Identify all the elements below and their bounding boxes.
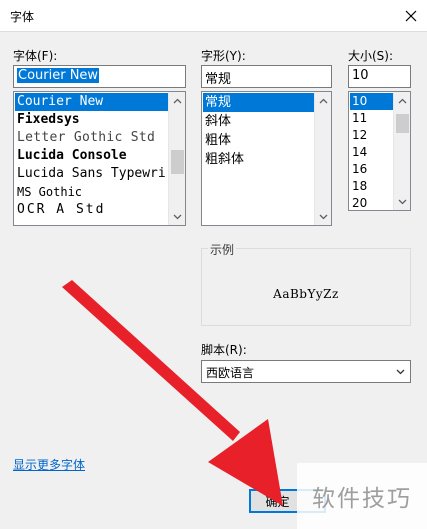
size-list-item[interactable]: 11: [350, 110, 393, 127]
font-list-item[interactable]: Letter Gothic Std: [15, 129, 168, 147]
sample-preview-text: AaBbYyZz: [273, 287, 339, 301]
style-scroll-down-button[interactable]: [315, 208, 331, 225]
chevron-up-icon: [398, 98, 406, 103]
style-list-items: 常规 斜体 粗体 粗斜体: [203, 93, 314, 224]
size-scroll-thumb[interactable]: [396, 114, 409, 133]
size-list-item[interactable]: 14: [350, 144, 393, 161]
title-bar: 字体: [0, 0, 427, 31]
sample-group: 示例 AaBbYyZz: [201, 241, 411, 326]
font-list-item[interactable]: OCR A Std: [15, 201, 168, 219]
size-list-item[interactable]: 18: [350, 178, 393, 195]
script-dropdown[interactable]: 西欧语言: [201, 360, 411, 383]
font-list-scrollbar[interactable]: [168, 92, 185, 225]
size-list-item[interactable]: 12: [350, 127, 393, 144]
font-style-input[interactable]: 常规: [201, 65, 332, 88]
size-label: 大小(S):: [348, 49, 394, 63]
close-icon: [405, 10, 417, 21]
chevron-up-icon: [173, 98, 181, 103]
font-list-items: Courier New Fixedsys Letter Gothic Std Luci…: [15, 93, 168, 224]
size-list-item[interactable]: 16: [350, 161, 393, 178]
show-more-fonts-link[interactable]: 显示更多字体: [13, 456, 85, 473]
font-scroll-down-button[interactable]: [169, 208, 185, 225]
font-list-item[interactable]: MS Gothic: [15, 183, 168, 201]
close-button[interactable]: [396, 2, 426, 29]
script-dropdown-value: 西欧语言: [206, 366, 255, 380]
chevron-down-icon: [396, 369, 405, 375]
font-list-item[interactable]: Lucida Sans Typewri: [15, 165, 168, 183]
font-scroll-thumb[interactable]: [171, 150, 184, 174]
sample-label: 示例: [208, 241, 237, 258]
script-label: 脚本(R):: [201, 343, 247, 357]
font-list-item[interactable]: Courier New: [15, 93, 168, 111]
dialog-title: 字体: [10, 10, 35, 24]
style-list-item[interactable]: 斜体: [203, 112, 314, 131]
style-listbox[interactable]: 常规 斜体 粗体 粗斜体: [201, 91, 332, 226]
style-label: 字形(Y):: [201, 49, 246, 63]
ok-button-label: 确定: [265, 494, 290, 509]
chevron-down-icon: [319, 214, 327, 219]
size-list-scrollbar[interactable]: [393, 92, 410, 210]
dialog-body: 字体(F): Courier New Courier New Fixedsys Le…: [0, 31, 427, 529]
size-scroll-down-button[interactable]: [394, 193, 410, 210]
font-list-item[interactable]: Lucida Console: [15, 147, 168, 165]
style-list-scrollbar[interactable]: [314, 92, 331, 225]
font-size-input[interactable]: 10: [348, 65, 411, 88]
font-label: 字体(F):: [13, 49, 58, 63]
style-list-item[interactable]: 常规: [203, 93, 314, 112]
font-name-input[interactable]: Courier New: [13, 65, 186, 88]
style-list-item[interactable]: 粗体: [203, 131, 314, 150]
chevron-up-icon: [319, 98, 327, 103]
watermark: 软件技巧: [297, 463, 427, 529]
font-name-input-value: Courier New: [17, 68, 100, 83]
size-list-items: 10 11 12 14 16 18 20: [350, 93, 393, 209]
chevron-down-icon: [173, 214, 181, 219]
font-scroll-up-button[interactable]: [169, 92, 185, 109]
font-list-item[interactable]: Fixedsys: [15, 111, 168, 129]
size-listbox[interactable]: 10 11 12 14 16 18 20: [348, 91, 411, 211]
chevron-down-icon: [398, 199, 406, 204]
font-listbox[interactable]: Courier New Fixedsys Letter Gothic Std Luci…: [13, 91, 186, 226]
style-list-item[interactable]: 粗斜体: [203, 150, 314, 169]
size-list-item[interactable]: 20: [350, 195, 393, 209]
style-scroll-up-button[interactable]: [315, 92, 331, 109]
size-list-item[interactable]: 10: [350, 93, 393, 110]
size-scroll-up-button[interactable]: [394, 92, 410, 109]
